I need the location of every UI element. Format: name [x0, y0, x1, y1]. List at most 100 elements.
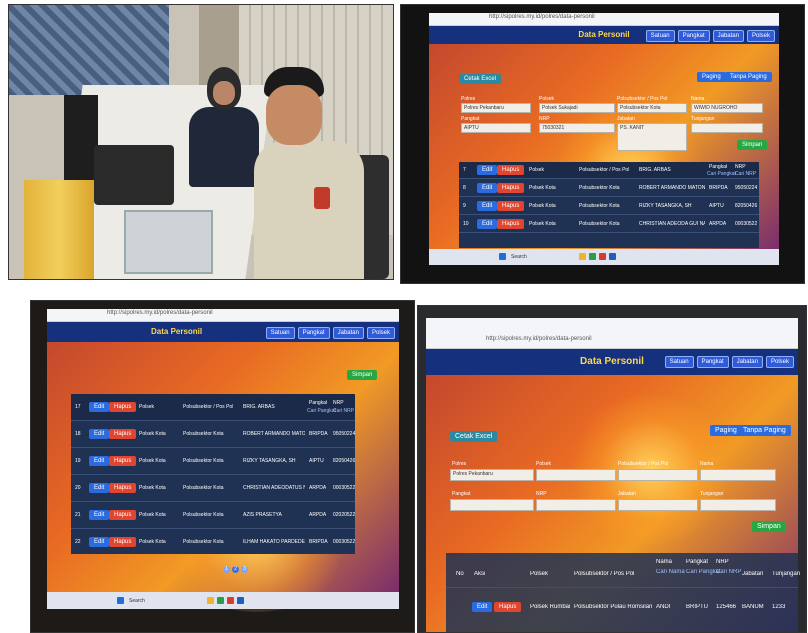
- edit-button[interactable]: Edit: [89, 510, 110, 520]
- nav-satuan[interactable]: Satuan: [265, 327, 295, 339]
- cell-sub: Polsubsektor Pulau Romsilam: [574, 604, 652, 610]
- nav-jabatan[interactable]: Jabatan: [712, 30, 744, 42]
- jabatan-select-open[interactable]: PS. KANIT: [617, 123, 687, 151]
- start-icon[interactable]: [117, 597, 124, 604]
- cell-polsek: Polsek Kota: [139, 512, 166, 518]
- address-bar[interactable]: http://sipolres.my.id/polres/data-person…: [47, 309, 399, 322]
- start-icon[interactable]: [499, 253, 506, 260]
- edit-button[interactable]: Edit: [477, 201, 498, 211]
- cell-sub: Polsubsektor Kota: [183, 539, 224, 545]
- taskbar-search[interactable]: Search: [511, 254, 527, 260]
- nav-pangkat[interactable]: Pangkat: [297, 327, 330, 339]
- label-pangkat: Pangkat: [452, 491, 471, 497]
- nama-input[interactable]: WIWID NUGROHO: [691, 103, 763, 113]
- hapus-button[interactable]: Hapus: [109, 456, 137, 466]
- cetak-excel-button[interactable]: Cetak Excel: [450, 431, 498, 442]
- edit-button[interactable]: Edit: [89, 456, 110, 466]
- word-icon[interactable]: [237, 597, 244, 604]
- filter-nama[interactable]: Cari Nama: [656, 569, 685, 575]
- word-icon[interactable]: [609, 253, 616, 260]
- page-2-button[interactable]: 2: [232, 566, 239, 573]
- tanpa-paging-button[interactable]: Tanpa Paging: [725, 72, 772, 82]
- hapus-button[interactable]: Hapus: [494, 602, 522, 612]
- hapus-button[interactable]: Hapus: [497, 219, 525, 229]
- nrp-input[interactable]: 75030321: [539, 123, 615, 133]
- label-polres: Polres: [452, 461, 467, 467]
- polres-select[interactable]: Polres Pekanbaru: [450, 469, 534, 481]
- filter-nrp[interactable]: Cari NRP: [333, 408, 354, 414]
- header-polsek: Polsek: [529, 167, 545, 173]
- hapus-button[interactable]: Hapus: [109, 429, 137, 439]
- hapus-button[interactable]: Hapus: [109, 510, 137, 520]
- filter-nrp[interactable]: Cari NRP: [716, 569, 741, 575]
- nav-polsek[interactable]: Polsek: [746, 30, 775, 42]
- cell-nama: RIZKY TASANGKA, SH: [243, 458, 296, 464]
- taskbar-search[interactable]: Search: [129, 598, 145, 604]
- nav-polsek[interactable]: Polsek: [765, 356, 794, 368]
- tunjangan-input[interactable]: [691, 123, 763, 133]
- nama-input[interactable]: [700, 469, 776, 481]
- nav-jabatan[interactable]: Jabatan: [332, 327, 364, 339]
- nrp-input[interactable]: [536, 499, 616, 511]
- polsek-select[interactable]: [536, 469, 616, 481]
- cell-nrp: 00030522: [735, 221, 758, 227]
- nav-satuan[interactable]: Satuan: [645, 30, 675, 42]
- edit-button[interactable]: Edit: [472, 602, 493, 612]
- cell-no: 17: [75, 404, 81, 410]
- polsek-select[interactable]: Polsek Sukajadi: [539, 103, 615, 113]
- app-body: Cetak Excel Paging Tanpa Paging Polres P…: [426, 375, 800, 632]
- tanpa-paging-button[interactable]: Tanpa Paging: [738, 425, 791, 436]
- hapus-button[interactable]: Hapus: [497, 183, 525, 193]
- hapus-button[interactable]: Hapus: [109, 537, 137, 547]
- nav-polsek[interactable]: Polsek: [366, 327, 395, 339]
- hapus-button[interactable]: Hapus: [109, 402, 137, 412]
- address-bar[interactable]: http://sipolres.my.id/polres/data-person…: [429, 13, 779, 26]
- filter-pangkat[interactable]: Cari Pangkat: [307, 408, 336, 414]
- edit-button[interactable]: Edit: [89, 429, 110, 439]
- cell-nama: ANDI: [656, 604, 671, 610]
- paging-button[interactable]: Paging: [697, 72, 726, 82]
- hapus-button[interactable]: Hapus: [109, 483, 137, 493]
- folder-icon[interactable]: [207, 597, 214, 604]
- edit-button[interactable]: Edit: [89, 402, 110, 412]
- page-3-button[interactable]: 3: [241, 566, 248, 573]
- nav-jabatan[interactable]: Jabatan: [731, 356, 763, 368]
- tunjangan-input[interactable]: [700, 499, 776, 511]
- edit-button[interactable]: Edit: [89, 483, 110, 493]
- pangkat-select[interactable]: AIPTU: [461, 123, 531, 133]
- polsubsektor-select[interactable]: [618, 469, 698, 481]
- office-photo: [8, 4, 394, 280]
- header-nrp: NRP: [716, 559, 729, 565]
- cell-sub: Polsubsektor Kota: [579, 185, 620, 191]
- pangkat-select[interactable]: [450, 499, 534, 511]
- cell-pangkat: BRIPTU: [686, 604, 709, 610]
- jabatan-select[interactable]: [618, 499, 698, 511]
- simpan-button[interactable]: Simpan: [752, 521, 786, 532]
- app-icon[interactable]: [599, 253, 606, 260]
- hapus-button[interactable]: Hapus: [497, 201, 525, 211]
- edit-button[interactable]: Edit: [477, 165, 498, 175]
- label-polsek: Polsek: [539, 96, 555, 102]
- filter-nrp[interactable]: Cari NRP: [735, 171, 756, 177]
- folder-icon[interactable]: [579, 253, 586, 260]
- nav-pangkat[interactable]: Pangkat: [696, 356, 729, 368]
- address-bar[interactable]: http://sipolres.my.id/polres/data-person…: [426, 318, 798, 349]
- cetak-excel-button[interactable]: Cetak Excel: [459, 74, 502, 84]
- edit-button[interactable]: Edit: [477, 183, 498, 193]
- page-1-button[interactable]: 1: [223, 566, 230, 573]
- nav-satuan[interactable]: Satuan: [664, 356, 694, 368]
- simpan-button[interactable]: Simpan: [737, 140, 768, 150]
- polsubsektor-select[interactable]: Polsubsektor Kota: [617, 103, 687, 113]
- filter-pangkat[interactable]: Cari Pangkat: [707, 171, 736, 177]
- simpan-button[interactable]: Simpan: [347, 370, 378, 380]
- edit-button[interactable]: Edit: [89, 537, 110, 547]
- chrome-icon[interactable]: [589, 253, 596, 260]
- cell-no: 8: [463, 185, 466, 191]
- nav-pangkat[interactable]: Pangkat: [677, 30, 710, 42]
- cell-nama: ILHAM HAKATO PARDEDE: [243, 539, 305, 545]
- chrome-icon[interactable]: [217, 597, 224, 604]
- polres-select[interactable]: Polres Pekanbaru: [461, 103, 531, 113]
- hapus-button[interactable]: Hapus: [497, 165, 525, 175]
- app-icon[interactable]: [227, 597, 234, 604]
- edit-button[interactable]: Edit: [477, 219, 498, 229]
